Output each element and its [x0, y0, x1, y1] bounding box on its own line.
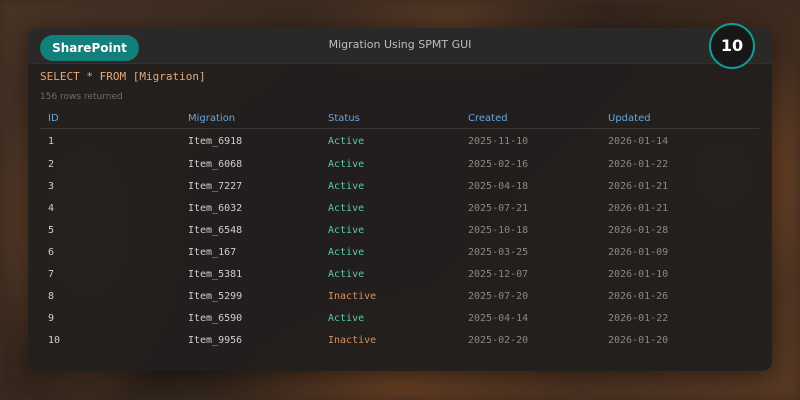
cell-id: 2	[48, 158, 55, 170]
step-counter-badge: 10	[709, 23, 755, 69]
cell-id: 9	[48, 312, 55, 324]
cell-migration: Item_6918	[188, 135, 243, 147]
window-title: Migration Using SPMT GUI	[328, 38, 472, 51]
rows-returned-count: 156 rows returned	[40, 92, 123, 102]
title-bar: SharePoint Migration Using SPMT GUI	[28, 28, 772, 64]
cell-created: 2025-04-18	[468, 180, 529, 192]
cell-status: Active	[328, 224, 365, 236]
cell-migration: Item_6068	[188, 158, 243, 170]
cell-created: 2025-11-10	[468, 135, 529, 147]
cell-updated: 2026-01-21	[608, 180, 669, 192]
cell-migration: Item_6548	[188, 224, 243, 236]
table-row[interactable]: 8 Item_5299 Inactive 2025-07-20 2026-01-26	[40, 285, 759, 307]
cell-id: 1	[48, 135, 55, 147]
cell-status: Active	[328, 158, 365, 170]
cell-status: Inactive	[328, 334, 377, 346]
cell-status: Active	[328, 268, 365, 280]
cell-id: 3	[48, 180, 55, 192]
table-row[interactable]: 2 Item_6068 Active 2025-02-16 2026-01-22	[40, 153, 759, 175]
cell-status: Active	[328, 202, 365, 214]
cell-id: 8	[48, 290, 55, 302]
cell-updated: 2026-01-09	[608, 246, 669, 258]
sql-query-text: SELECT * FROM [Migration]	[40, 70, 206, 83]
cell-id: 10	[48, 334, 61, 346]
table-row[interactable]: 5 Item_6548 Active 2025-10-18 2026-01-28	[40, 219, 759, 241]
cell-updated: 2026-01-22	[608, 312, 669, 324]
cell-updated: 2026-01-26	[608, 290, 669, 302]
cell-migration: Item_167	[188, 246, 237, 258]
table-row[interactable]: 1 Item_6918 Active 2025-11-10 2026-01-14	[40, 129, 759, 154]
cell-created: 2025-02-20	[468, 334, 529, 346]
query-results-window: SharePoint Migration Using SPMT GUI 10 S…	[28, 23, 772, 371]
cell-id: 6	[48, 246, 55, 258]
cell-updated: 2026-01-20	[608, 334, 669, 346]
cell-created: 2025-04-14	[468, 312, 529, 324]
cell-migration: Item_5381	[188, 268, 243, 280]
table-row[interactable]: 10 Item_9956 Inactive 2025-02-20 2026-01-20	[40, 329, 759, 351]
cell-migration: Item_7227	[188, 180, 243, 192]
table-row[interactable]: 6 Item_167 Active 2025-03-25 2026-01-09	[40, 241, 759, 263]
cell-status: Active	[328, 180, 365, 192]
results-table: ID Migration Status Created Updated 1 Ite…	[40, 108, 759, 351]
cell-created: 2025-07-20	[468, 290, 529, 302]
cell-created: 2025-12-07	[468, 268, 529, 280]
cell-created: 2025-02-16	[468, 158, 529, 170]
cell-migration: Item_6590	[188, 312, 243, 324]
cell-status: Active	[328, 246, 365, 258]
cell-created: 2025-10-18	[468, 224, 529, 236]
column-header-migration[interactable]: Migration	[180, 108, 320, 129]
cell-status: Active	[328, 312, 365, 324]
cell-updated: 2026-01-28	[608, 224, 669, 236]
table-row[interactable]: 9 Item_6590 Active 2025-04-14 2026-01-22	[40, 307, 759, 329]
cell-updated: 2026-01-21	[608, 202, 669, 214]
table-row[interactable]: 3 Item_7227 Active 2025-04-18 2026-01-21	[40, 175, 759, 197]
cell-migration: Item_5299	[188, 290, 243, 302]
cell-migration: Item_9956	[188, 334, 243, 346]
table-row[interactable]: 7 Item_5381 Active 2025-12-07 2026-01-10	[40, 263, 759, 285]
cell-updated: 2026-01-14	[608, 135, 669, 147]
cell-status: Active	[328, 135, 365, 147]
cell-updated: 2026-01-10	[608, 268, 669, 280]
table-body: 1 Item_6918 Active 2025-11-10 2026-01-14 2 Ite…	[40, 129, 759, 352]
cell-created: 2025-03-25	[468, 246, 529, 258]
cell-created: 2025-07-21	[468, 202, 529, 214]
cell-id: 7	[48, 268, 55, 280]
table-header-row: ID Migration Status Created Updated	[40, 108, 759, 129]
cell-migration: Item_6032	[188, 202, 243, 214]
column-header-updated[interactable]: Updated	[600, 108, 759, 129]
cell-id: 5	[48, 224, 55, 236]
cell-id: 4	[48, 202, 55, 214]
column-header-status[interactable]: Status	[320, 108, 460, 129]
column-header-created[interactable]: Created	[460, 108, 600, 129]
cell-updated: 2026-01-22	[608, 158, 669, 170]
column-header-id[interactable]: ID	[40, 108, 180, 129]
cell-status: Inactive	[328, 290, 377, 302]
table-row[interactable]: 4 Item_6032 Active 2025-07-21 2026-01-21	[40, 197, 759, 219]
